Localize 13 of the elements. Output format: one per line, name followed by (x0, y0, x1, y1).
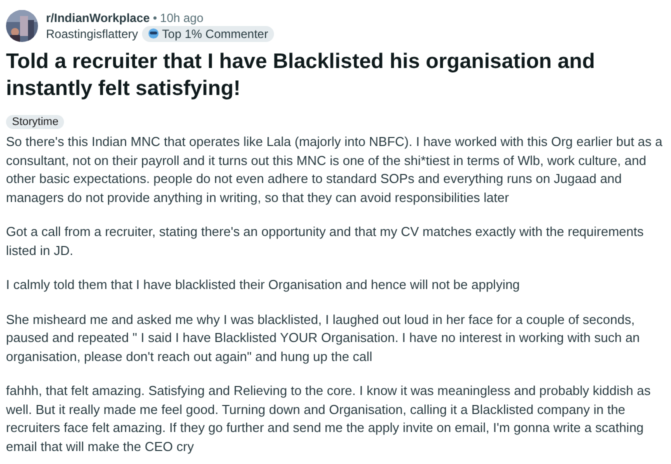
subreddit-link[interactable]: r/IndianWorkplace (46, 10, 150, 24)
badge-icon (148, 28, 160, 39)
post-flair[interactable]: Storytime (6, 115, 64, 129)
post-title: Told a recruiter that I have Blacklisted his organisation and instantly felt satisfying! (6, 49, 596, 102)
separator: • (152, 10, 158, 24)
post-paragraph: I calmly told them that I have blacklisted their Organisation and hence will not be applying (6, 276, 521, 294)
author-name[interactable]: Roastingisflattery (46, 26, 138, 40)
post-paragraph: So there's this Indian MNC that operates like Lala (majorly into NBFC). I have worked with this Org earlier but as a consultant, not on their payroll and it turns out this MNC is one of the shi*tiest in terms of Wlb, work culture, and other basic expectations. people do not even adhere to standard SOPs and everything runs on Jugaad and managers do not provide anything in writing, so that they can avoid responsibilities later (6, 133, 664, 207)
commenter-badge: Top 1% Commenter (142, 26, 274, 42)
post-paragraph: fahhh, that felt amazing. Satisfying and Relieving to the core. I know it was meaningless and probably kiddish as well. But it really made me feel good. Turning down and Organisation, calling it a Blacklisted company in the recruiters face felt amazing. If they go further and send me the apply invite on email, I'm gonna write a scathing email that will make the CEO cry (6, 382, 652, 456)
post-paragraph: She misheard me and asked me why I was blacklisted, I laughed out loud in her face for a couple of seconds, paused and repeated " I said I have Blacklisted YOUR Organisation. I have no interest in working with such an organisation, please don't reach out again" and hung up the call (6, 310, 641, 366)
post-time: 10h ago (160, 10, 204, 24)
post-paragraph: Got a call from a recruiter, stating there's an opportunity and that my CV matches exactly with the requirements listed in JD. (6, 223, 645, 260)
